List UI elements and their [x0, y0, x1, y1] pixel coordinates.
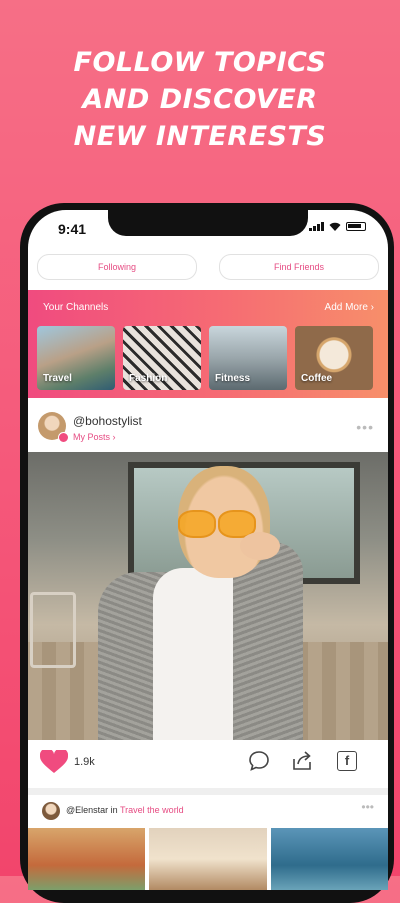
channel-label: Coffee — [301, 373, 333, 384]
status-time: 9:41 — [58, 221, 87, 237]
comment-icon[interactable] — [248, 750, 270, 772]
like-count: 1.9k — [74, 756, 95, 768]
facebook-icon[interactable]: f — [337, 751, 357, 771]
post-2-photo-2[interactable] — [149, 828, 267, 890]
channel-coffee[interactable]: Coffee — [295, 326, 373, 390]
battery-icon — [346, 222, 366, 231]
channel-list: Travel Fashion Fitness Coffee — [37, 326, 373, 390]
wifi-icon — [329, 222, 341, 231]
promo-line-3: NEW INTERESTS — [73, 121, 327, 152]
status-icons — [309, 222, 366, 231]
phone-screen: 9:41 Following Find Friends Your Channel… — [28, 210, 388, 890]
channels-title: Your Channels — [43, 302, 109, 313]
photo-hand — [240, 532, 280, 560]
post-2-photo-3[interactable] — [270, 828, 388, 890]
post-2-connector: in — [108, 805, 120, 815]
signal-icon — [309, 222, 324, 231]
channel-label: Fashion — [129, 373, 168, 384]
post-2-byline: @Elenstar in Travel the world — [66, 805, 184, 815]
avatar-badge — [58, 432, 69, 443]
my-posts-link[interactable]: My Posts › — [73, 432, 116, 442]
post-2-username[interactable]: @Elenstar — [66, 805, 108, 815]
promo-line-1: FOLLOW TOPICS — [73, 47, 327, 78]
post-2-photos — [28, 828, 388, 890]
channel-fitness[interactable]: Fitness — [209, 326, 287, 390]
promo-line-2: AND DISCOVER — [82, 84, 318, 115]
add-more-link[interactable]: Add More › — [325, 302, 374, 313]
photo-chair — [30, 592, 76, 668]
more-options-icon[interactable]: ••• — [356, 419, 374, 435]
post-header-2: @Elenstar in Travel the world ••• — [28, 800, 388, 828]
promo-headline: FOLLOW TOPICS AND DISCOVER NEW INTERESTS — [0, 44, 400, 155]
post-username[interactable]: @bohostylist — [73, 414, 142, 428]
post-2-topic-link[interactable]: Travel the world — [120, 805, 184, 815]
post-actions: 1.9k f — [28, 744, 388, 782]
share-icon[interactable] — [291, 750, 313, 772]
heart-icon[interactable] — [40, 750, 68, 774]
post-photo[interactable] — [28, 452, 388, 740]
photo-sunglasses-left — [178, 510, 216, 538]
phone-notch — [108, 210, 308, 236]
channel-label: Travel — [43, 373, 72, 384]
channel-label: Fitness — [215, 373, 251, 384]
more-options-icon[interactable]: ••• — [361, 800, 374, 814]
channel-fashion[interactable]: Fashion — [123, 326, 201, 390]
tab-find-friends[interactable]: Find Friends — [219, 254, 379, 280]
avatar[interactable] — [42, 802, 60, 820]
channel-travel[interactable]: Travel — [37, 326, 115, 390]
feed-divider — [28, 788, 388, 795]
tab-following[interactable]: Following — [37, 254, 197, 280]
feed-tabs: Following Find Friends — [37, 254, 379, 280]
post-2-photo-1[interactable] — [28, 828, 146, 890]
channels-section: Your Channels Add More › Travel Fashion … — [28, 290, 388, 398]
post-header: @bohostylist My Posts › ••• — [28, 410, 388, 452]
